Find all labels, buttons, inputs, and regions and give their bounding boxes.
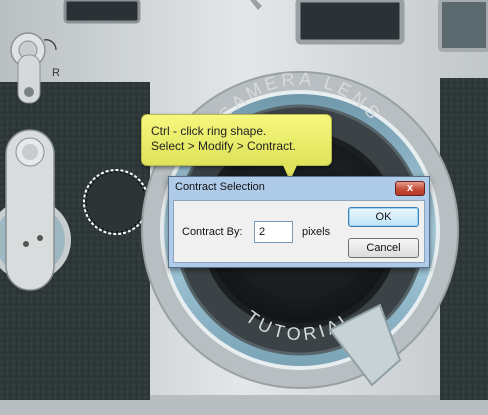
marching-ants-selection-icon — [83, 169, 149, 235]
callout-line-2: Select > Modify > Contract. — [151, 139, 296, 153]
viewfinder-window-center — [295, 0, 405, 45]
instruction-callout: Ctrl - click ring shape. Select > Modify… — [141, 114, 332, 166]
contract-by-label: Contract By: — [182, 226, 243, 238]
dialog-client-area: Contract By: pixels OK Cancel — [173, 200, 425, 263]
close-icon: x — [406, 182, 414, 194]
callout-line-1: Ctrl - click ring shape. — [151, 124, 267, 138]
close-button[interactable]: x — [395, 181, 425, 196]
contract-by-input[interactable] — [254, 221, 293, 243]
cancel-button[interactable]: Cancel — [348, 238, 419, 258]
viewfinder-window-left — [63, 0, 141, 24]
ok-button[interactable]: OK — [348, 207, 419, 227]
rewind-mark: R — [52, 67, 60, 79]
callout-text: Ctrl - click ring shape. Select > Modify… — [151, 124, 296, 154]
dialog-title: Contract Selection — [175, 181, 265, 193]
rangefinder-window — [438, 0, 488, 52]
dialog-titlebar[interactable]: Contract Selection x — [169, 177, 429, 199]
contract-selection-dialog: Contract Selection x Contract By: pixels… — [168, 176, 430, 268]
pixels-unit-label: pixels — [302, 226, 331, 238]
